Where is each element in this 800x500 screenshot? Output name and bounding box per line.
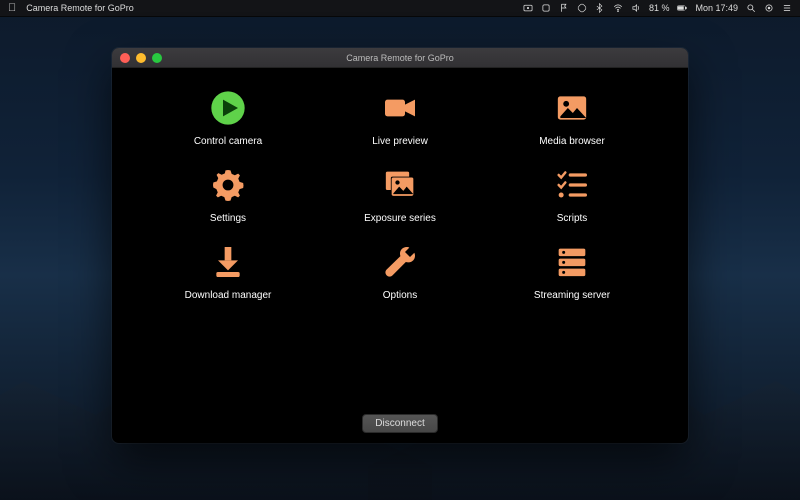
- main-menu-grid: Control camera Live preview Media browse…: [112, 68, 688, 301]
- tile-live-preview[interactable]: Live preview: [372, 86, 428, 147]
- gear-icon: [206, 163, 250, 207]
- image-icon: [550, 86, 594, 130]
- window-titlebar[interactable]: Camera Remote for GoPro: [112, 48, 688, 68]
- menu-extra-icon[interactable]: [523, 3, 533, 13]
- zoom-icon[interactable]: [152, 53, 162, 63]
- tile-label: Options: [383, 290, 417, 301]
- download-icon: [206, 240, 250, 284]
- tile-label: Control camera: [194, 136, 262, 147]
- tile-control-camera[interactable]: Control camera: [194, 86, 262, 147]
- wrench-icon: [378, 240, 422, 284]
- menubar-app-name[interactable]: Camera Remote for GoPro: [26, 3, 134, 13]
- app-window: Camera Remote for GoPro Control camera L…: [112, 48, 688, 443]
- play-icon: [206, 86, 250, 130]
- close-icon[interactable]: [120, 53, 130, 63]
- tile-label: Live preview: [372, 136, 428, 147]
- battery-icon[interactable]: [677, 3, 687, 13]
- tile-media-browser[interactable]: Media browser: [539, 86, 605, 147]
- tile-label: Media browser: [539, 136, 605, 147]
- battery-percent: 81 %: [649, 3, 670, 13]
- volume-icon[interactable]: [631, 3, 641, 13]
- traffic-lights: [112, 53, 162, 63]
- server-icon: [550, 240, 594, 284]
- notification-center-icon[interactable]: [782, 3, 792, 13]
- apple-menu-icon[interactable]: : [8, 3, 16, 14]
- video-camera-icon: [378, 86, 422, 130]
- window-content: Control camera Live preview Media browse…: [112, 68, 688, 443]
- tile-label: Settings: [210, 213, 246, 224]
- tile-options[interactable]: Options: [378, 240, 422, 301]
- tile-settings[interactable]: Settings: [206, 163, 250, 224]
- bluetooth-icon[interactable]: [595, 3, 605, 13]
- tile-download-manager[interactable]: Download manager: [185, 240, 272, 301]
- wifi-icon[interactable]: [613, 3, 623, 13]
- tile-label: Streaming server: [534, 290, 610, 301]
- control-center-icon[interactable]: [764, 3, 774, 13]
- tile-label: Scripts: [557, 213, 588, 224]
- menubar-clock[interactable]: Mon 17:49: [695, 3, 738, 13]
- macos-menubar:  Camera Remote for GoPro 81 % Mon 17:49: [0, 0, 800, 17]
- tile-label: Download manager: [185, 290, 272, 301]
- menu-extra-icon[interactable]: [577, 3, 587, 13]
- menu-extra-icon[interactable]: [559, 3, 569, 13]
- spotlight-icon[interactable]: [746, 3, 756, 13]
- image-stack-icon: [378, 163, 422, 207]
- menu-extra-icon[interactable]: [541, 3, 551, 13]
- tile-scripts[interactable]: Scripts: [550, 163, 594, 224]
- checklist-icon: [550, 163, 594, 207]
- window-title: Camera Remote for GoPro: [112, 53, 688, 63]
- tile-exposure-series[interactable]: Exposure series: [364, 163, 436, 224]
- window-footer: Disconnect: [112, 406, 688, 443]
- tile-streaming-server[interactable]: Streaming server: [534, 240, 610, 301]
- disconnect-button[interactable]: Disconnect: [362, 414, 437, 433]
- minimize-icon[interactable]: [136, 53, 146, 63]
- tile-label: Exposure series: [364, 213, 436, 224]
